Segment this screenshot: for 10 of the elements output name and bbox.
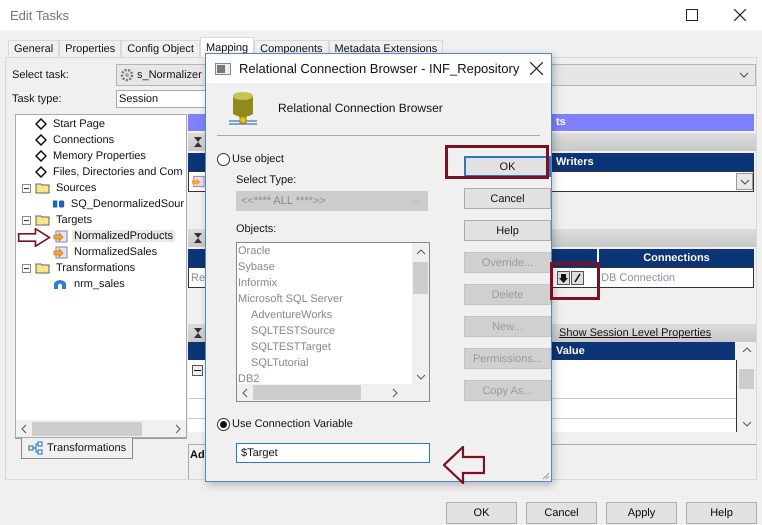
field-label: Select Type: [236,174,298,188]
field-label: Task type: [12,93,63,105]
table-cell: DB Connection [601,272,676,284]
field-label: Objects: [236,223,278,237]
panel-title: Ad [189,448,205,461]
dialog-heading: Relational Connection Browser [278,101,443,115]
field-label: Select task: [12,69,70,81]
window-title: Edit Tasks [9,8,70,22]
dialog-title: Relational Connection Browser - INF_Repository [239,61,520,76]
table-cell: Re [191,272,206,284]
